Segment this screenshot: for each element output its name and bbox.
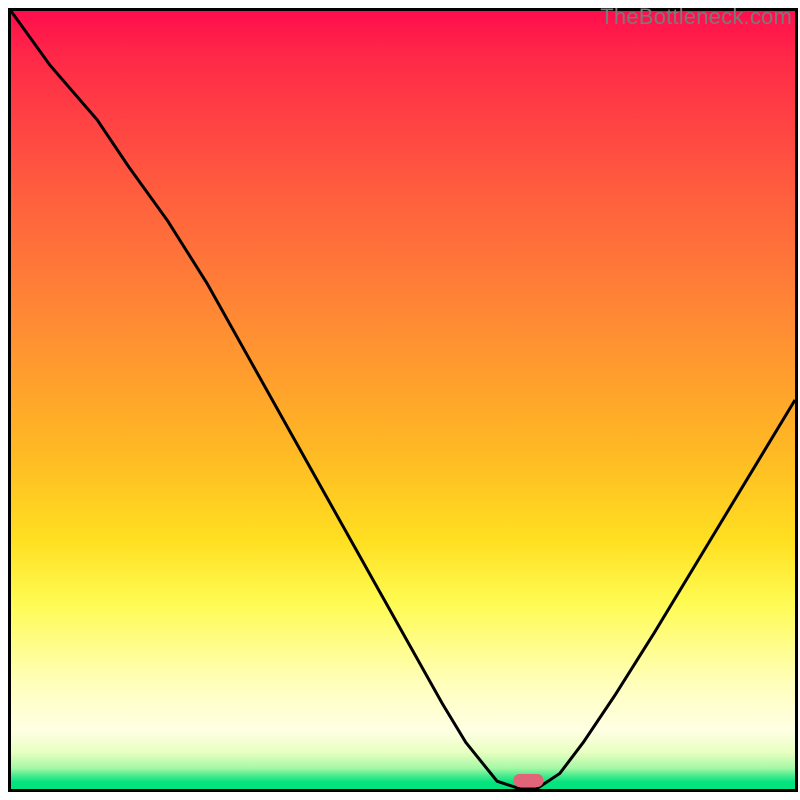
bottleneck-curve-line: [11, 11, 795, 789]
plot-area: [11, 11, 795, 789]
watermark-text: TheBottleneck.com: [600, 4, 792, 30]
optimum-marker: [513, 774, 543, 787]
curve-svg: [11, 11, 795, 789]
bottleneck-chart: TheBottleneck.com: [0, 0, 800, 800]
